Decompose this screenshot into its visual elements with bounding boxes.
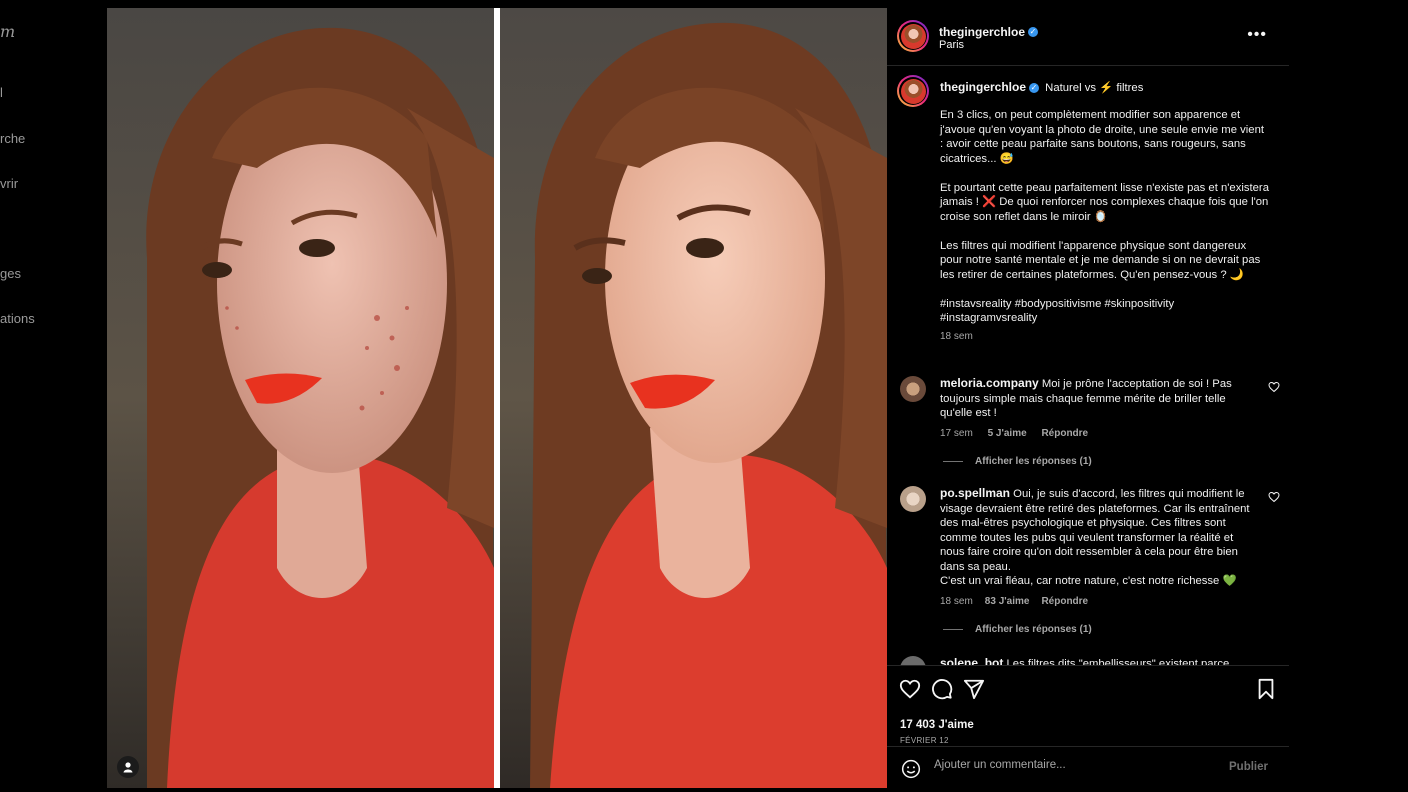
comment-likes[interactable]: 83 J'aime xyxy=(985,596,1030,607)
caption-author-avatar[interactable] xyxy=(897,75,929,107)
emoji-icon[interactable] xyxy=(901,759,921,779)
commenter-avatar[interactable] xyxy=(900,486,926,512)
reply-button[interactable]: Répondre xyxy=(1041,428,1088,439)
verified-badge-icon: ✓ xyxy=(1029,83,1040,94)
post-location[interactable]: Paris xyxy=(939,39,964,51)
share-send-icon[interactable] xyxy=(963,678,985,700)
author-username[interactable]: thegingerchloe xyxy=(939,25,1025,39)
add-comment-bar: Publier xyxy=(887,746,1289,789)
caption-body: En 3 clics, on peut complètement modifie… xyxy=(940,108,1270,344)
commenter-username[interactable]: po.spellman xyxy=(940,486,1010,500)
comment-body: meloria.company Moi je prône l'acceptati… xyxy=(940,376,1260,441)
post-panel: thegingerchloe ✓ Paris ••• thegingerchloe… xyxy=(887,8,1289,788)
comment-body: po.spellman Oui, je suis d'accord, les f… xyxy=(940,486,1260,609)
nav-item-notifications[interactable]: ations xyxy=(0,311,35,326)
comment-text: Oui, je suis d'accord, les filtres qui m… xyxy=(940,488,1250,587)
comment-likes[interactable]: 5 J'aime xyxy=(988,428,1027,439)
view-replies-label: Afficher les réponses (1) xyxy=(975,624,1092,635)
caption-username[interactable]: thegingerchloe xyxy=(940,80,1026,94)
commenter-username[interactable]: meloria.company xyxy=(940,376,1039,390)
comment-bubble-icon[interactable] xyxy=(931,678,953,700)
view-replies-button[interactable]: Afficher les réponses (1) xyxy=(943,624,1092,635)
caption-paragraph: Et pourtant cette peau parfaitement liss… xyxy=(940,181,1269,223)
comment-like-heart-icon[interactable] xyxy=(1268,491,1280,503)
post-media[interactable] xyxy=(107,8,887,788)
nav-item-messages[interactable]: ges xyxy=(0,266,21,281)
caption-paragraph: Les filtres qui modifient l'apparence ph… xyxy=(940,239,1261,281)
save-bookmark-icon[interactable] xyxy=(1255,678,1277,700)
natural-portrait-image xyxy=(107,8,494,788)
comment-time: 18 sem xyxy=(940,595,973,607)
left-nav: m l rche vrir ges ations xyxy=(0,0,107,792)
commenter-avatar[interactable] xyxy=(900,376,926,402)
caption-hashtags[interactable]: #instavsreality #bodypositivisme #skinpo… xyxy=(940,297,1270,326)
verified-badge-icon: ✓ xyxy=(1028,26,1039,37)
comment-meta: 17 sem 5 J'aime Répondre xyxy=(940,427,1260,442)
comment-input[interactable] xyxy=(932,758,1216,772)
view-replies-button[interactable]: Afficher les réponses (1) xyxy=(943,456,1092,467)
more-options-button[interactable]: ••• xyxy=(1247,26,1267,44)
caption-paragraph: En 3 clics, on peut complètement modifie… xyxy=(940,109,1264,165)
author-avatar[interactable] xyxy=(897,20,929,52)
post-date: FÉVRIER 12 xyxy=(900,736,949,745)
nav-item-explore[interactable]: vrir xyxy=(0,176,18,191)
photo-filtered xyxy=(500,8,887,788)
instagram-logo[interactable]: m xyxy=(0,22,15,41)
comment-meta: 18 sem 83 J'aime Répondre xyxy=(940,595,1260,610)
likes-count[interactable]: 17 403 J'aime xyxy=(900,719,974,731)
comment-time: 17 sem xyxy=(940,427,973,439)
reply-button[interactable]: Répondre xyxy=(1041,596,1088,607)
caption-title: Naturel vs ⚡ filtres xyxy=(1045,82,1144,94)
publish-button[interactable]: Publier xyxy=(1229,761,1268,773)
filtered-portrait-image xyxy=(500,8,887,788)
post-header: thegingerchloe ✓ Paris ••• xyxy=(887,8,1289,66)
action-bar: 17 403 J'aime FÉVRIER 12 xyxy=(887,665,1289,746)
nav-item-search[interactable]: rche xyxy=(0,131,25,146)
caption-time: 18 sem xyxy=(940,330,973,342)
comments-list[interactable]: thegingerchloe ✓ Naturel vs ⚡ filtres En … xyxy=(887,66,1289,666)
tagged-user-icon[interactable] xyxy=(117,756,139,778)
nav-item-home[interactable]: l xyxy=(0,85,3,100)
comment-like-heart-icon[interactable] xyxy=(1268,381,1280,393)
like-heart-icon[interactable] xyxy=(899,678,921,700)
view-replies-label: Afficher les réponses (1) xyxy=(975,456,1092,467)
photo-natural xyxy=(107,8,494,788)
